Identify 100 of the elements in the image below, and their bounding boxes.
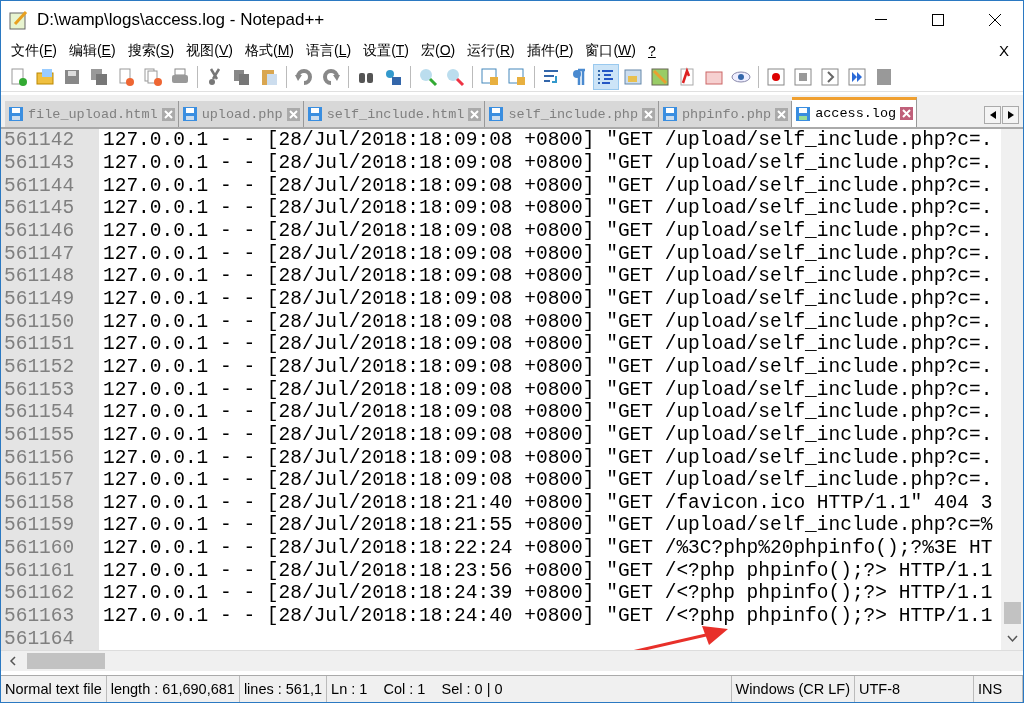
find-replace-icon	[383, 67, 403, 87]
status-field: INS	[974, 676, 1023, 702]
stop-icon	[793, 67, 813, 87]
code-line: 127.0.0.1 - - [28/Jul/2018:18:09:08 +0800] "GET /upload/self_include.php?c=.	[102, 333, 993, 356]
code-line: 127.0.0.1 - - [28/Jul/2018:18:09:08 +0800] "GET /upload/self_include.php?c=.	[102, 355, 993, 378]
code-line: 127.0.0.1 - - [28/Jul/2018:18:09:08 +0800] "GET /upload/self_include.php?c=.	[102, 310, 993, 333]
zoom-out-icon	[445, 67, 465, 87]
line-number: 561152	[1, 355, 99, 379]
code-line: 127.0.0.1 - - [28/Jul/2018:18:09:08 +0800] "GET /upload/self_include.php?c=.	[102, 174, 993, 197]
line-number: 561150	[1, 310, 99, 333]
line-number: 561155	[1, 423, 99, 447]
code-line: 127.0.0.1 - - [28/Jul/2018:18:09:08 +0800] "GET /upload/self_include.php?c=.	[102, 265, 993, 288]
status-field: lines : 561,1	[239, 676, 328, 702]
floppy-icon	[181, 106, 198, 122]
floppy-icon	[795, 105, 812, 122]
indent-guide-icon	[596, 67, 616, 87]
floppies-icon	[89, 67, 109, 87]
status-field: UTF-8	[855, 676, 974, 702]
triangle-right-icon	[1007, 111, 1014, 119]
code-line: 127.0.0.1 - - [28/Jul/2018:18:09:08 +0800] "GET /upload/self_include.php?c=.	[102, 152, 993, 174]
function-list-icon	[677, 67, 697, 87]
folder-icon	[35, 67, 55, 87]
undo-icon	[294, 67, 314, 87]
code-line: 127.0.0.1 - - [28/Jul/2018:18:09:08 +0800] "GET /upload/self_include.php?c=.	[102, 219, 993, 242]
floppy-icon	[662, 106, 678, 122]
window-lock-icon	[507, 67, 527, 87]
window-lock-icon	[480, 67, 500, 87]
menu-item[interactable]: 语言(L)	[300, 41, 358, 60]
close-icon	[987, 12, 1002, 27]
menu-item[interactable]: 格式(M)	[238, 41, 300, 60]
copy-icon	[232, 67, 252, 87]
scroll-left-icon[interactable]	[7, 654, 19, 668]
status-field: Windows (CR LF)	[731, 676, 855, 702]
close-tab-icon[interactable]	[468, 107, 482, 121]
menu-item[interactable]: 运行(R)	[461, 41, 521, 60]
line-number: 561156	[1, 446, 99, 469]
close-tab-icon[interactable]	[161, 107, 175, 121]
menu-item[interactable]: 宏(O)	[415, 41, 462, 60]
floppy-icon	[488, 106, 505, 122]
play-icon	[820, 67, 840, 87]
code-line: 127.0.0.1 - - [28/Jul/2018:18:09:08 +0800] "GET /upload/self_include.php?c=.	[102, 401, 993, 424]
line-number: 561147	[1, 242, 99, 265]
code-line: 127.0.0.1 - - [28/Jul/2018:18:09:08 +0800] "GET /upload/self_include.php?c=.	[102, 469, 993, 492]
code-line: 127.0.0.1 - - [28/Jul/2018:18:21:40 +0800] "GET /favicon.ico HTTP/1.1" 404 3	[102, 491, 993, 514]
line-number: 561149	[1, 287, 99, 311]
line-number: 561158	[1, 491, 99, 515]
scroll-right-button[interactable]	[1002, 106, 1019, 124]
line-number: 561143	[1, 151, 99, 175]
line-number: 561164	[1, 627, 99, 650]
code-line: 127.0.0.1 - - [28/Jul/2018:18:09:08 +0800] "GET /upload/self_include.php?c=.	[102, 129, 993, 152]
redo-icon	[321, 67, 341, 87]
status-field: length : 61,690,681	[106, 676, 240, 702]
code-line: 127.0.0.1 - - [28/Jul/2018:18:21:55 +0800] "GET /upload/self_include.php?c=%	[102, 514, 993, 537]
status-field: Normal text file	[1, 676, 107, 702]
scrollbar-thumb[interactable]	[27, 653, 105, 669]
fast-forward-icon	[847, 67, 867, 87]
menu-item[interactable]: 搜索(S)	[121, 41, 181, 60]
floppy-icon	[62, 67, 82, 87]
scroll-left-button[interactable]	[984, 106, 1001, 124]
notepad-icon	[9, 9, 29, 30]
indent-guide-button[interactable]	[593, 64, 619, 90]
floppy-icon	[306, 106, 323, 122]
menu-item[interactable]: 设置(T)	[357, 41, 416, 60]
menu-item[interactable]: 视图(V)	[180, 41, 239, 60]
line-number: 561142	[1, 129, 99, 152]
code-line: 127.0.0.1 - - [28/Jul/2018:18:09:08 +0800] "GET /upload/self_include.php?c=.	[102, 446, 993, 469]
maximize-icon	[930, 12, 945, 27]
menu-item[interactable]: ?	[642, 42, 662, 59]
menu-item[interactable]: 编辑(E)	[62, 41, 122, 60]
line-number: 561157	[1, 468, 99, 492]
close-tab-icon[interactable]	[775, 107, 789, 121]
scrollbar-thumb[interactable]	[1003, 602, 1021, 624]
close-document-button[interactable]: X	[993, 41, 1015, 60]
file-tab[interactable]: access.log	[792, 97, 918, 127]
menu-item[interactable]: 插件(P)	[520, 41, 580, 60]
window-icon	[623, 67, 643, 87]
line-number: 561146	[1, 219, 99, 243]
minimize-icon	[874, 19, 887, 20]
line-number: 561163	[1, 604, 99, 628]
menu-item[interactable]: 文件(F)	[5, 41, 63, 60]
close-tab-icon[interactable]	[900, 107, 914, 120]
close-tab-icon[interactable]	[642, 107, 655, 121]
line-number: 561145	[1, 196, 99, 220]
code-line: 127.0.0.1 - - [28/Jul/2018:18:09:08 +0800] "GET /upload/self_include.php?c=.	[102, 287, 993, 310]
line-number: 561161	[1, 559, 99, 583]
line-number: 561162	[1, 582, 99, 605]
close-tab-icon[interactable]	[286, 107, 300, 121]
window-title: D:\wamp\logs\access.log - Notepad++	[37, 9, 326, 30]
record-icon	[766, 67, 786, 87]
line-number: 561151	[1, 332, 99, 356]
menu-item[interactable]: 窗口(W)	[579, 41, 642, 60]
code-line: 127.0.0.1 - - [28/Jul/2018:18:23:56 +0800] "GET /<?php phpinfo();?> HTTP/1.1	[102, 559, 993, 582]
zoom-in-icon	[418, 67, 438, 87]
close-files-icon	[143, 67, 163, 87]
code-line: 127.0.0.1 - - [28/Jul/2018:18:09:08 +0800] "GET /upload/self_include.php?c=.	[102, 242, 993, 265]
floppy-icon	[8, 106, 24, 122]
code-line: 127.0.0.1 - - [28/Jul/2018:18:09:08 +0800] "GET /upload/self_include.php?c=.	[102, 378, 993, 401]
map-icon	[650, 67, 670, 87]
code-line: 127.0.0.1 - - [28/Jul/2018:18:24:39 +0800] "GET /<?php phpinfo();?> HTTP/1.1	[102, 582, 993, 605]
code-line: 127.0.0.1 - - [28/Jul/2018:18:22:24 +0800] "GET /%3C?php%20phpinfo();?%3E HT	[102, 537, 993, 560]
